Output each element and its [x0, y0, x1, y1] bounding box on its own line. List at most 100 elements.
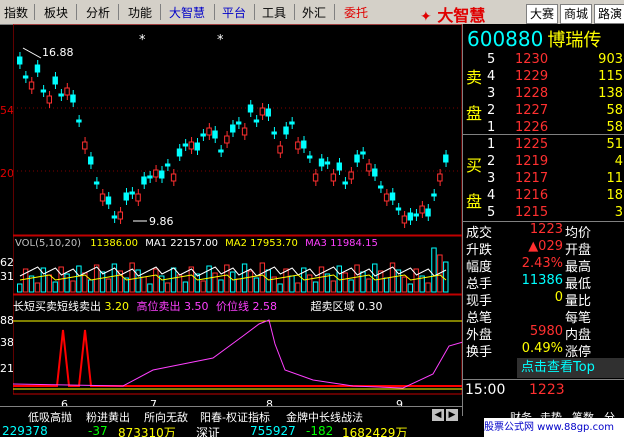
ma2-label: MA2 [225, 238, 247, 249]
candle-body [176, 148, 183, 157]
order-level: 3 [487, 171, 496, 186]
candle-body [295, 141, 301, 150]
candle-body [58, 93, 64, 97]
candle-body [360, 151, 366, 155]
stat-value: 11386 [521, 273, 563, 288]
order-volume: 903 [598, 52, 623, 67]
candle-body [383, 193, 390, 202]
candle-body [70, 94, 76, 103]
stat-value: 0 [554, 290, 563, 305]
order-volume: 18 [606, 188, 623, 203]
menu-item-trade[interactable]: 委托 [344, 4, 368, 21]
volume-bar [164, 282, 171, 293]
volume-bar [277, 283, 283, 293]
menu-item-dzh[interactable]: 大智慧 [169, 4, 205, 21]
stock-header: 600880 博瑞传 [467, 26, 601, 52]
volume-bar [218, 279, 224, 293]
candle-body [88, 156, 94, 165]
ma1-label: MA1 [145, 238, 168, 249]
order-level: 2 [487, 154, 496, 169]
candle-body [218, 149, 224, 153]
candle-body [28, 81, 35, 90]
volume-bar [330, 280, 337, 293]
volume-bar [425, 282, 431, 293]
candle-body [324, 161, 331, 165]
roadshow-button[interactable]: 路演 [594, 4, 624, 24]
candle-body [253, 119, 260, 123]
tab-indicator-4[interactable]: 阳春-权证指标 [200, 409, 270, 424]
indicator-tick: 21 [0, 362, 14, 375]
buy-order-row: 1 1225 51 [463, 137, 624, 153]
logo-text: 大智慧 [437, 6, 486, 25]
indicator-value: 3.50 [184, 300, 209, 313]
volume-bar [443, 261, 449, 293]
tab-indicator-5[interactable]: 金牌中长线战法 [286, 409, 363, 424]
indicator-value: 0.30 [358, 300, 383, 313]
candle-body [318, 158, 325, 167]
stat-row: 换手 0.49% 涨停 [463, 341, 624, 360]
candle-body [407, 212, 413, 221]
vol-tick: 31 [0, 270, 14, 283]
order-price: 1217 [515, 171, 549, 186]
price-grid [13, 107, 462, 172]
menu-item-sector[interactable]: 板块 [44, 4, 68, 21]
candle-body [182, 143, 189, 147]
chart-area[interactable]: 16.88 9.86 * * 6 7 8 9 VOL(5,10,20) 1138… [12, 23, 464, 416]
mall-button[interactable]: 商城 [560, 4, 592, 24]
promo-banner[interactable]: 点击查看Top [517, 358, 624, 378]
scroll-left-button[interactable]: ◀ [432, 409, 444, 421]
candle-body [259, 107, 266, 116]
menu-item-forex[interactable]: 外汇 [302, 4, 326, 21]
candle-body [336, 162, 342, 171]
candle-body [141, 176, 147, 185]
buy-order-row: 5 1215 3 [463, 205, 624, 221]
high-label: 16.88 [42, 46, 74, 59]
candle-body [235, 121, 242, 125]
candle-body [93, 181, 100, 185]
order-level: 2 [487, 103, 496, 118]
volume-bar [212, 272, 218, 293]
menu-separator [76, 4, 77, 20]
contest-button[interactable]: 大赛 [526, 4, 558, 24]
candle-body [111, 215, 118, 219]
volume-bar [354, 264, 360, 293]
tab-indicator-3[interactable]: 所向无敌 [144, 409, 188, 424]
candle-body [153, 169, 159, 178]
candle-body [301, 140, 307, 149]
candle-body [425, 208, 431, 217]
status-sh-volume: 873310万 [118, 426, 176, 437]
volume-bar [34, 282, 41, 293]
stock-name: 博瑞传 [547, 30, 602, 51]
candle-body [277, 145, 283, 154]
order-level: 5 [487, 52, 496, 67]
order-price: 1228 [515, 86, 549, 101]
sell-order-row: 5 1230 903 [463, 52, 624, 68]
sell-order-row: 3 1228 138 [463, 86, 624, 102]
stat-value: 2.43% [521, 256, 563, 271]
order-volume: 115 [598, 69, 623, 84]
candle-body [230, 124, 236, 133]
volume-bar [265, 269, 271, 293]
order-level: 4 [487, 188, 496, 203]
volume-bar [141, 276, 147, 293]
indicator-name: 高位卖出 [136, 300, 181, 313]
menu-item-tools[interactable]: 工具 [262, 4, 286, 21]
menu-item-analysis[interactable]: 分析 [86, 4, 110, 21]
indicator-name: 超卖区域 [310, 300, 355, 313]
order-price: 1219 [515, 154, 549, 169]
tab-indicator-1[interactable]: 低吸高抛 [28, 409, 72, 424]
scroll-right-button[interactable]: ▶ [446, 409, 458, 421]
order-level: 5 [487, 205, 496, 220]
tab-indicator-2[interactable]: 粉进黄出 [86, 409, 130, 424]
menu-item-index[interactable]: 指数 [4, 4, 28, 21]
candle-body [265, 108, 271, 117]
candle-body [289, 121, 295, 125]
candle-body [147, 175, 153, 179]
menu-item-platform[interactable]: 平台 [222, 4, 246, 21]
status-sz-label: 深证 [196, 426, 221, 437]
stat-row: 现手 0 量比 [463, 290, 624, 309]
stat-row: 成交 1223 均价 [463, 222, 624, 241]
menu-item-function[interactable]: 功能 [128, 4, 152, 21]
quote-panel: 600880 博瑞传 卖 盘 5 1230 903 4 1229 115 3 1228 138 2 1… [462, 24, 624, 416]
status-sz-change: -182 [306, 424, 334, 437]
